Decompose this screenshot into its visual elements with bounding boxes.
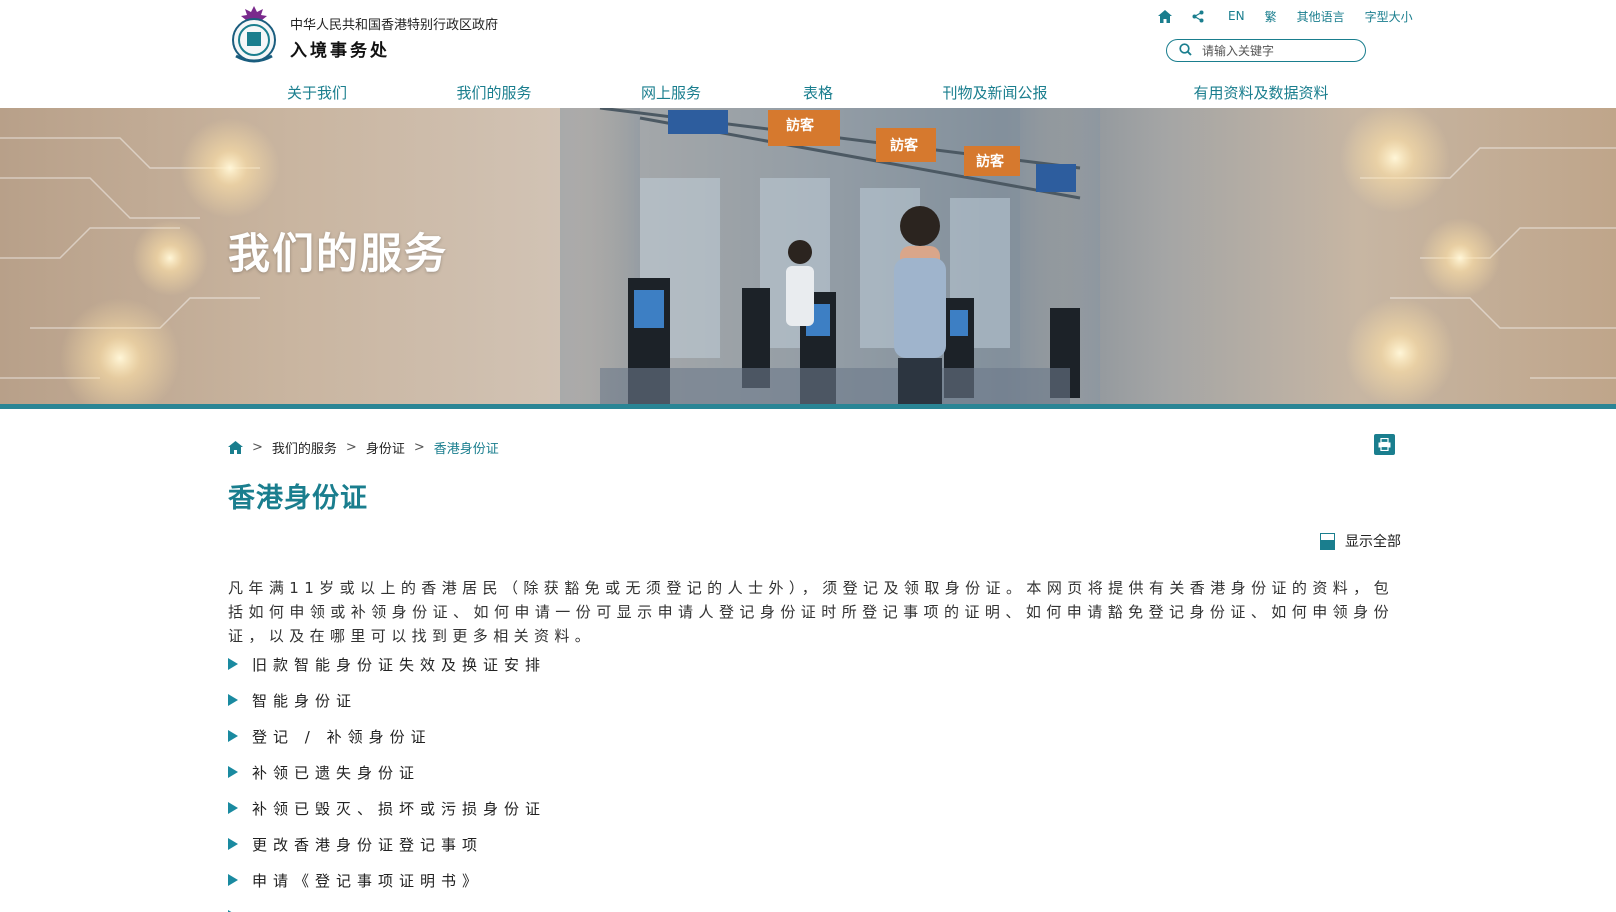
- page-title: 香港身份证: [228, 483, 368, 514]
- nav-publications-press[interactable]: 刊物及新闻公报: [942, 82, 1047, 103]
- breadcrumb-our-services[interactable]: 我们的服务: [272, 438, 337, 457]
- section-list: 旧款智能身份证失效及换证安排 智能身份证 登记 / 补领身份证 补领已遗失身份证…: [228, 654, 546, 912]
- department-name[interactable]: 入境事务处: [290, 36, 390, 61]
- section-item-certificate-application[interactable]: 申请《登记事项证明书》: [228, 870, 546, 906]
- hero-banner: 訪客 訪客 訪客 我们的服务: [0, 108, 1616, 404]
- triangle-right-icon: [228, 730, 238, 742]
- show-all-toggle[interactable]: 显示全部: [1320, 531, 1401, 551]
- triangle-right-icon: [228, 838, 238, 850]
- visitor-sign-2: 訪客: [890, 137, 919, 154]
- section-item-smart-id[interactable]: 智能身份证: [228, 690, 546, 726]
- nav-forms[interactable]: 表格: [803, 82, 833, 103]
- nav-our-services[interactable]: 我们的服务: [456, 82, 531, 103]
- print-button[interactable]: [1374, 434, 1395, 455]
- visitor-sign-1: 訪客: [786, 117, 815, 134]
- nav-online-services[interactable]: 网上服务: [641, 82, 701, 103]
- triangle-right-icon: [228, 874, 238, 886]
- nav-useful-info-statistics[interactable]: 有用资料及数据资料: [1193, 82, 1328, 103]
- section-item-more[interactable]: [228, 906, 546, 912]
- search-box[interactable]: [1166, 39, 1366, 62]
- lang-tc-link[interactable]: 繁: [1265, 8, 1277, 25]
- nav-about-us[interactable]: 关于我们: [287, 82, 347, 103]
- breadcrumb-hk-identity-card: 香港身份证: [433, 442, 499, 457]
- home-icon[interactable]: [1158, 9, 1172, 23]
- main-navigation: 关于我们 我们的服务 网上服务 表格 刊物及新闻公报 有用资料及数据资料: [0, 82, 1616, 108]
- breadcrumb-separator: >: [252, 440, 263, 455]
- font-size-link[interactable]: 字型大小: [1365, 8, 1413, 25]
- triangle-right-icon: [228, 766, 238, 778]
- breadcrumb-separator: >: [345, 440, 357, 455]
- print-icon: [1378, 438, 1391, 451]
- lang-en-link[interactable]: EN: [1228, 9, 1245, 23]
- section-item-change-particulars[interactable]: 更改香港身份证登记事项: [228, 834, 546, 870]
- breadcrumb-identity-card[interactable]: 身份证: [366, 438, 405, 457]
- government-name: 中华人民共和国香港特别行政区政府: [290, 18, 499, 33]
- section-item-register-replace[interactable]: 登记 / 补领身份证: [228, 726, 546, 762]
- share-icon[interactable]: [1192, 10, 1204, 23]
- section-item-smart-id-replacement[interactable]: 旧款智能身份证失效及换证安排: [228, 654, 546, 690]
- triangle-right-icon: [228, 694, 238, 706]
- triangle-right-icon: [228, 658, 238, 670]
- search-input[interactable]: [1202, 43, 1352, 58]
- breadcrumb-separator: >: [413, 440, 425, 455]
- expand-all-icon: [1320, 532, 1335, 550]
- section-item-replace-lost[interactable]: 补领已遗失身份证: [228, 762, 546, 798]
- immd-crest-logo-icon[interactable]: [228, 4, 280, 66]
- utility-bar: EN 繁 其他语言 字型大小: [1158, 6, 1413, 26]
- banner-title: 我们的服务: [228, 229, 449, 278]
- intro-paragraph: 凡年满11岁或以上的香港居民（除获豁免或无须登记的人士外），须登记及领取身份证。…: [228, 579, 1394, 645]
- other-languages-link[interactable]: 其他语言: [1297, 8, 1345, 25]
- breadcrumb: > 我们的服务 > 身份证 > 香港身份证: [228, 438, 499, 457]
- search-icon[interactable]: [1179, 41, 1192, 60]
- show-all-label: 显示全部: [1345, 534, 1401, 550]
- banner-divider: [0, 404, 1616, 409]
- home-icon[interactable]: [228, 441, 243, 454]
- triangle-right-icon: [228, 802, 238, 814]
- section-item-replace-damaged[interactable]: 补领已毁灭、损坏或污损身份证: [228, 798, 546, 834]
- visitor-sign-3: 訪客: [976, 153, 1005, 170]
